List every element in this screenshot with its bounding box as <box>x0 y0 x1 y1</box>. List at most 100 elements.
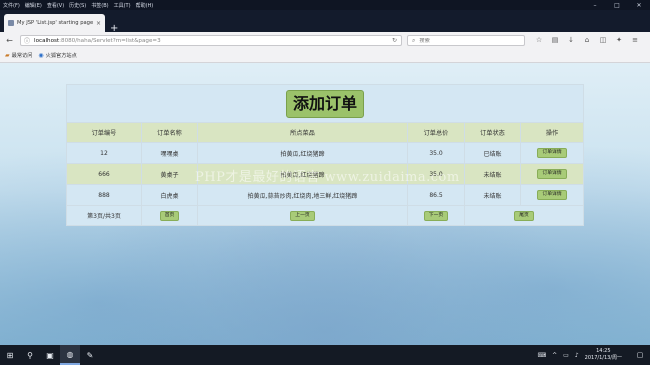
header-dishes: 所点菜品 <box>197 122 408 143</box>
app-icon[interactable]: ▣ <box>40 345 60 365</box>
clock-time: 14:25 <box>596 348 611 354</box>
menu-file[interactable]: 文件(F) <box>3 2 20 9</box>
header-status: 订单状态 <box>464 122 521 143</box>
next-page-cell: 下一页 <box>407 205 465 226</box>
add-order-button[interactable]: 添加订单 <box>286 89 365 118</box>
back-icon[interactable]: ← <box>5 36 14 45</box>
browser-tab[interactable]: My JSP 'List.jsp' starting page × <box>4 14 105 32</box>
tray-up-icon[interactable]: ^ <box>552 352 557 359</box>
search-bar[interactable]: ⌕ <box>407 35 525 46</box>
order-total: 86.5 <box>407 184 465 206</box>
url-path: :8080/haha/Servlet?m=list&page=3 <box>59 37 161 44</box>
maximize-icon[interactable]: □ <box>606 0 628 10</box>
order-total: 35.0 <box>407 142 465 164</box>
minimize-icon[interactable]: – <box>584 0 606 10</box>
clock[interactable]: 14:25 2017/1/13/周一 <box>585 348 622 362</box>
taskbar: ⊞ ⚲ ▣ ◍ ✎ ⌨ ^ ▭ ♪ 14:25 2017/1/13/周一 ▢ <box>0 345 650 365</box>
notification-icon[interactable]: ▢ <box>634 349 646 361</box>
tab-strip: My JSP 'List.jsp' starting page × + <box>0 10 650 34</box>
bookmark-star-icon[interactable]: ☆ <box>531 36 547 44</box>
tab-close-icon[interactable]: × <box>96 20 101 27</box>
table-row: 12 嘿嘿桌 拍黄瓜,红烧猪蹄 35.0 已结账 订单详情 <box>66 142 585 164</box>
reload-icon[interactable]: ↻ <box>392 37 397 44</box>
search-input[interactable] <box>419 37 510 44</box>
menu-bookmarks[interactable]: 书签(B) <box>91 2 108 9</box>
order-dishes: 拍黄瓜,蒜苔炒肉,红烧肉,地三鲜,红烧猪蹄 <box>197 184 408 206</box>
eclipse-icon[interactable]: ✎ <box>80 345 100 365</box>
header-action: 操作 <box>519 122 585 143</box>
order-dishes: 拍黄瓜,红烧猪蹄 <box>197 142 408 164</box>
action-cell: 订单详情 <box>519 184 585 206</box>
bookmark-most-visited[interactable]: ▰ 最常访问 <box>5 52 32 59</box>
extension-icon[interactable]: ✦ <box>611 36 627 44</box>
menu-help[interactable]: 帮助(H) <box>136 2 154 9</box>
library-icon[interactable]: ▤ <box>547 36 563 44</box>
url-host: localhost <box>34 37 60 44</box>
order-status: 未结账 <box>464 163 521 185</box>
menu-bar: 文件(F) 编辑(E) 查看(V) 历史(S) 书签(B) 工具(T) 帮助(H… <box>0 0 650 10</box>
download-icon[interactable]: ↓ <box>563 36 579 44</box>
header-total: 订单总价 <box>407 122 465 143</box>
menu-hamburger-icon[interactable]: ≡ <box>627 36 643 44</box>
order-detail-button[interactable]: 订单详情 <box>537 169 567 179</box>
clock-date: 2017/1/13/周一 <box>584 355 622 361</box>
order-name: 嘿嘿桌 <box>141 142 198 164</box>
order-status: 已结账 <box>464 142 521 164</box>
page-favicon-icon <box>8 20 14 26</box>
last-page-button[interactable]: 尾页 <box>514 210 534 221</box>
header-order-id: 订单编号 <box>66 122 142 143</box>
pocket-icon[interactable]: ◫ <box>595 36 611 44</box>
title-cell: 添加订单 <box>65 84 585 123</box>
order-id: 666 <box>66 163 142 185</box>
action-cell: 订单详情 <box>519 142 585 164</box>
order-name: 黄桌子 <box>141 163 198 185</box>
next-page-button[interactable]: 下一页 <box>423 210 449 221</box>
url-bar[interactable]: ⓘ localhost :8080/haha/Servlet?m=list&pa… <box>20 35 402 46</box>
close-window-icon[interactable]: ✕ <box>628 0 650 10</box>
header-order-name: 订单名称 <box>141 122 198 143</box>
watermark: PHP才是最好的语言 www.zuidaima.com <box>195 170 460 185</box>
menu-edit[interactable]: 编辑(E) <box>25 2 42 9</box>
bookmark-label: 最常访问 <box>11 53 33 59</box>
bookmark-label: 火狐官方站点 <box>45 53 77 59</box>
network-icon[interactable]: ▭ <box>563 352 569 359</box>
action-cell: 订单详情 <box>519 163 585 185</box>
windows-start-icon[interactable]: ⊞ <box>0 345 20 365</box>
folder-icon: ▰ <box>5 52 10 59</box>
globe-icon: ◉ <box>38 52 44 59</box>
prev-page-cell: 上一页 <box>197 205 408 226</box>
bookmark-firefox-site[interactable]: ◉ 火狐官方站点 <box>38 52 76 59</box>
system-tray: ⌨ ^ ▭ ♪ 14:25 2017/1/13/周一 ▢ <box>537 345 650 365</box>
toolbar-icons: ☆ ▤ ↓ ⌂ ◫ ✦ ≡ <box>531 36 643 44</box>
order-id: 12 <box>66 142 142 164</box>
order-status: 未结账 <box>464 184 521 206</box>
home-icon[interactable]: ⌂ <box>579 36 595 44</box>
order-table: 添加订单 订单编号 订单名称 所点菜品 订单总价 订单状态 操作 12 嘿嘿桌 … <box>65 84 585 226</box>
ime-icon[interactable]: ⌨ <box>537 352 546 359</box>
menu-tools[interactable]: 工具(T) <box>114 2 131 9</box>
last-page-cell: 尾页 <box>463 205 585 226</box>
site-info-icon[interactable]: ⓘ <box>24 36 30 45</box>
order-id: 888 <box>66 184 142 206</box>
search-icon: ⌕ <box>412 36 416 44</box>
order-detail-button[interactable]: 订单详情 <box>537 190 567 200</box>
volume-icon[interactable]: ♪ <box>575 352 579 359</box>
first-page-cell: 首页 <box>141 205 198 226</box>
menu-view[interactable]: 查看(V) <box>47 2 64 9</box>
firefox-icon[interactable]: ◍ <box>60 345 80 365</box>
order-name: 白虎桌 <box>141 184 198 206</box>
first-page-button[interactable]: 首页 <box>159 210 180 221</box>
window-controls: – □ ✕ <box>584 0 650 10</box>
table-header-row: 订单编号 订单名称 所点菜品 订单总价 订单状态 操作 <box>66 122 585 143</box>
bookmarks-toolbar: ▰ 最常访问 ◉ 火狐官方站点 <box>0 49 650 63</box>
pagination-row: 第3页/共3页 首页 上一页 下一页 尾页 <box>66 205 585 226</box>
page-info: 第3页/共3页 <box>66 205 142 226</box>
prev-page-button[interactable]: 上一页 <box>290 210 315 221</box>
menu-history[interactable]: 历史(S) <box>69 2 86 9</box>
search-icon[interactable]: ⚲ <box>20 345 40 365</box>
order-detail-button[interactable]: 订单详情 <box>537 148 567 158</box>
page-content: 添加订单 订单编号 订单名称 所点菜品 订单总价 订单状态 操作 12 嘿嘿桌 … <box>0 63 650 345</box>
table-row: 888 白虎桌 拍黄瓜,蒜苔炒肉,红烧肉,地三鲜,红烧猪蹄 86.5 未结账 订… <box>66 184 585 206</box>
navigation-bar: ← ⓘ localhost :8080/haha/Servlet?m=list&… <box>0 32 650 49</box>
tab-title: My JSP 'List.jsp' starting page <box>17 20 94 26</box>
